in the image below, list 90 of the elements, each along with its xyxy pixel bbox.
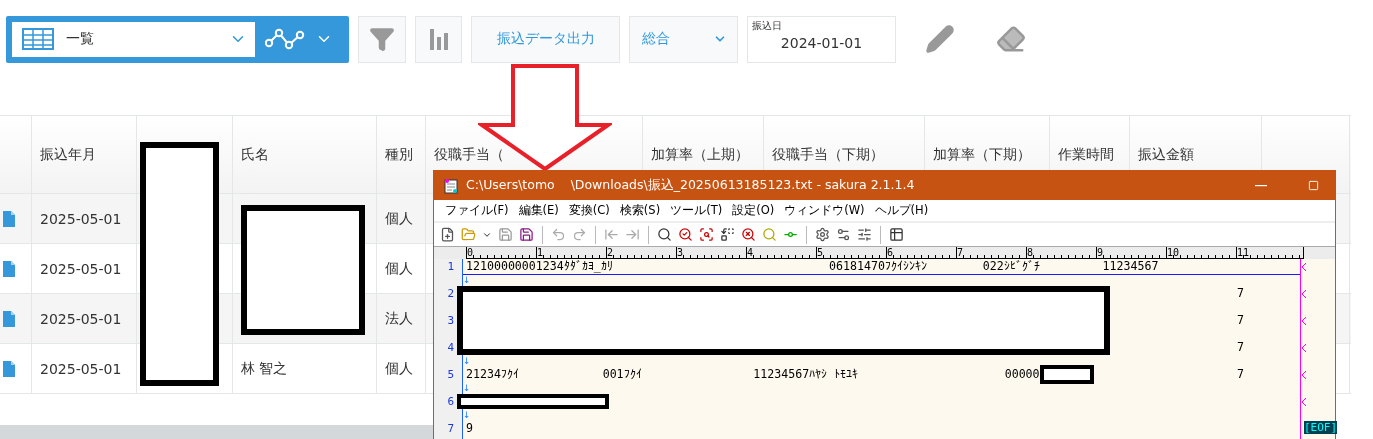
notepad-icon <box>444 177 458 194</box>
text-line: 9 <box>466 421 473 436</box>
text-line: 12100000001234ﾀﾀﾞｶﾖ_ｶﾘ 06181470ﾌｸｲｼﾝｷﾝ 022ｼﾋﾞｸﾞﾁ 11234567 <box>466 259 1159 274</box>
table-cell: 個人 <box>377 194 426 243</box>
table-cell: 2025-05-01 <box>32 344 137 393</box>
wrap-mark-icon <box>1301 397 1307 407</box>
menu-item[interactable]: ウィンドウ(W) <box>779 203 870 218</box>
ruler: 0 1 2 3 4 5 6 7 8 9 10 11 <box>434 246 1335 259</box>
menu-item[interactable]: 編集(E) <box>513 203 564 218</box>
text-line: 7 <box>1237 367 1244 382</box>
column-header[interactable]: 振込年月 <box>40 145 96 164</box>
pencil-icon[interactable] <box>925 24 955 54</box>
document-icon[interactable] <box>3 360 15 377</box>
menu-item[interactable]: 変換(C) <box>563 203 615 218</box>
new-file-icon[interactable] <box>440 227 455 242</box>
text-line: 7 <box>1237 340 1244 355</box>
text-line: 21234ﾌｸｲ 001ﾌｸｲ 11234567ﾊﾔｼ ﾄﾓﾕｷ 00000 <box>466 367 1040 382</box>
date-field[interactable]: 振込日 2024-01-01 <box>747 15 896 63</box>
column-header[interactable]: 作業時間 <box>1058 145 1114 164</box>
open-folder-icon[interactable] <box>461 227 476 242</box>
eraser-icon[interactable] <box>996 24 1026 54</box>
document-icon[interactable] <box>3 260 15 277</box>
wrap-mark-icon <box>1301 262 1307 272</box>
redo-icon[interactable] <box>572 227 587 242</box>
filter-icon <box>369 26 395 52</box>
menu-item[interactable]: 設定(O) <box>727 203 780 218</box>
minimize-icon <box>1255 184 1267 187</box>
line-number: 4 <box>447 340 454 356</box>
column-header[interactable]: 加算率（下期） <box>933 145 1031 164</box>
document-icon[interactable] <box>3 210 15 227</box>
column-header[interactable]: 役職手当（下期） <box>772 145 884 164</box>
wrap-mark-icon <box>1301 343 1307 353</box>
table-cell: 法人 <box>377 294 426 343</box>
menu-item[interactable]: ヘルプ(H) <box>869 203 934 218</box>
table-cell: 林 智之 <box>233 344 377 393</box>
field-label: 振込日 <box>752 18 782 33</box>
line-graph-icon <box>265 27 305 51</box>
bar-chart-icon <box>428 27 449 51</box>
newline-mark: ↓ <box>463 383 471 394</box>
column-header[interactable]: 加算率（上期） <box>651 145 749 164</box>
text-line: 7 <box>1237 313 1244 328</box>
search-icon[interactable] <box>657 227 672 242</box>
column-header[interactable]: 種別 <box>385 145 413 164</box>
wrap-mark-icon <box>1301 370 1307 380</box>
table-icon <box>22 28 54 50</box>
column-header[interactable]: 振込金額 <box>1138 145 1194 164</box>
document-icon[interactable] <box>3 310 15 327</box>
scrollbar[interactable] <box>0 425 433 439</box>
clear-search-icon[interactable] <box>741 227 756 242</box>
undo-icon[interactable] <box>551 227 566 242</box>
table-cell: 2025-05-01 <box>32 244 137 293</box>
column-header[interactable]: 氏名 <box>241 145 269 164</box>
line-number: 6 <box>447 394 454 410</box>
table-cell: 個人 <box>377 244 426 293</box>
newline-mark: ↓ <box>463 410 471 421</box>
field-value: 2024-01-01 <box>780 34 863 51</box>
newline-mark: ↓ <box>463 356 471 367</box>
grep-icon[interactable] <box>762 227 777 242</box>
menu-item[interactable]: ツール(T) <box>665 203 728 218</box>
settings-icon[interactable] <box>815 227 830 242</box>
line-number: 7 <box>447 421 454 437</box>
newline-mark: ↓ <box>463 275 471 286</box>
wrap-mark-icon <box>1301 316 1307 326</box>
jump-forward-icon[interactable] <box>625 227 640 242</box>
save-all-icon[interactable] <box>519 227 534 242</box>
save-icon[interactable] <box>498 227 513 242</box>
menu-item[interactable]: ファイル(F) <box>440 203 514 218</box>
chart-button[interactable] <box>415 15 462 63</box>
window-title: C:\Users\tomo \Downloads\振込_20250613185123.txt - sakura 2.1.1.4 <box>466 177 916 194</box>
table-cell: 2025-05-01 <box>32 294 137 343</box>
line-number: 2 <box>447 286 454 302</box>
outline-icon[interactable] <box>889 227 904 242</box>
eof-mark: [EOF] <box>1304 421 1338 434</box>
column-header[interactable]: 役職手当（ <box>434 145 504 164</box>
line-number: 1 <box>447 259 454 275</box>
filter-button[interactable] <box>358 15 406 63</box>
menu-item[interactable]: 検索(S) <box>614 203 666 218</box>
maximize-icon <box>1307 180 1319 191</box>
jump-back-icon[interactable] <box>604 227 619 242</box>
search-next-icon[interactable] <box>678 227 693 242</box>
select-value: 総合 <box>642 30 670 48</box>
view-select[interactable]: 一覧 <box>12 21 255 57</box>
text-line: 7 <box>1237 286 1244 301</box>
table-cell: 2025-05-01 <box>32 194 137 243</box>
line-number: 3 <box>447 313 454 329</box>
line-number: 5 <box>447 367 454 383</box>
text-area[interactable]: 1 2 3 4 5 6 7 12100000001234ﾀﾀﾞｶﾖ_ｶﾘ 06181470ﾌｸｲｼﾝｷﾝ 022ｼﾋﾞｸﾞﾁ 11234567 ↓ 7 7 7 ↓ 21234ﾌｸｲ 001ﾌｸｲ 11234567ﾊﾔｼ ﾄﾓﾕｷ 00000 7 ↓ ↓ 9 [EOF] <box>434 259 1335 439</box>
table-cell: 個人 <box>377 344 426 393</box>
wrap-mark-icon <box>1301 289 1307 299</box>
options-icon[interactable] <box>857 227 872 242</box>
